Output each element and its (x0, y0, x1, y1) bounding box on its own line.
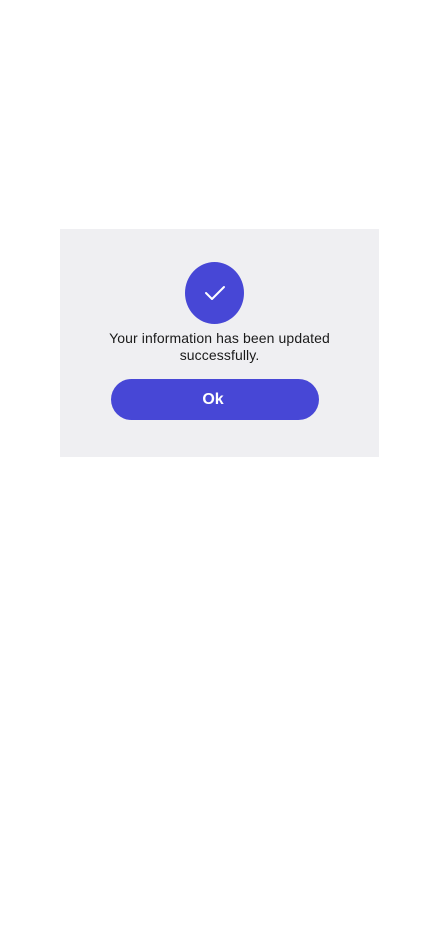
screen: Your information has been updated succes… (0, 0, 430, 934)
checkmark-icon (203, 281, 227, 305)
ok-button[interactable]: Ok (111, 379, 319, 420)
success-message: Your information has been updated succes… (109, 330, 330, 363)
ok-button-label: Ok (202, 390, 224, 408)
success-dialog: Your information has been updated succes… (60, 229, 379, 457)
success-badge (185, 262, 244, 324)
